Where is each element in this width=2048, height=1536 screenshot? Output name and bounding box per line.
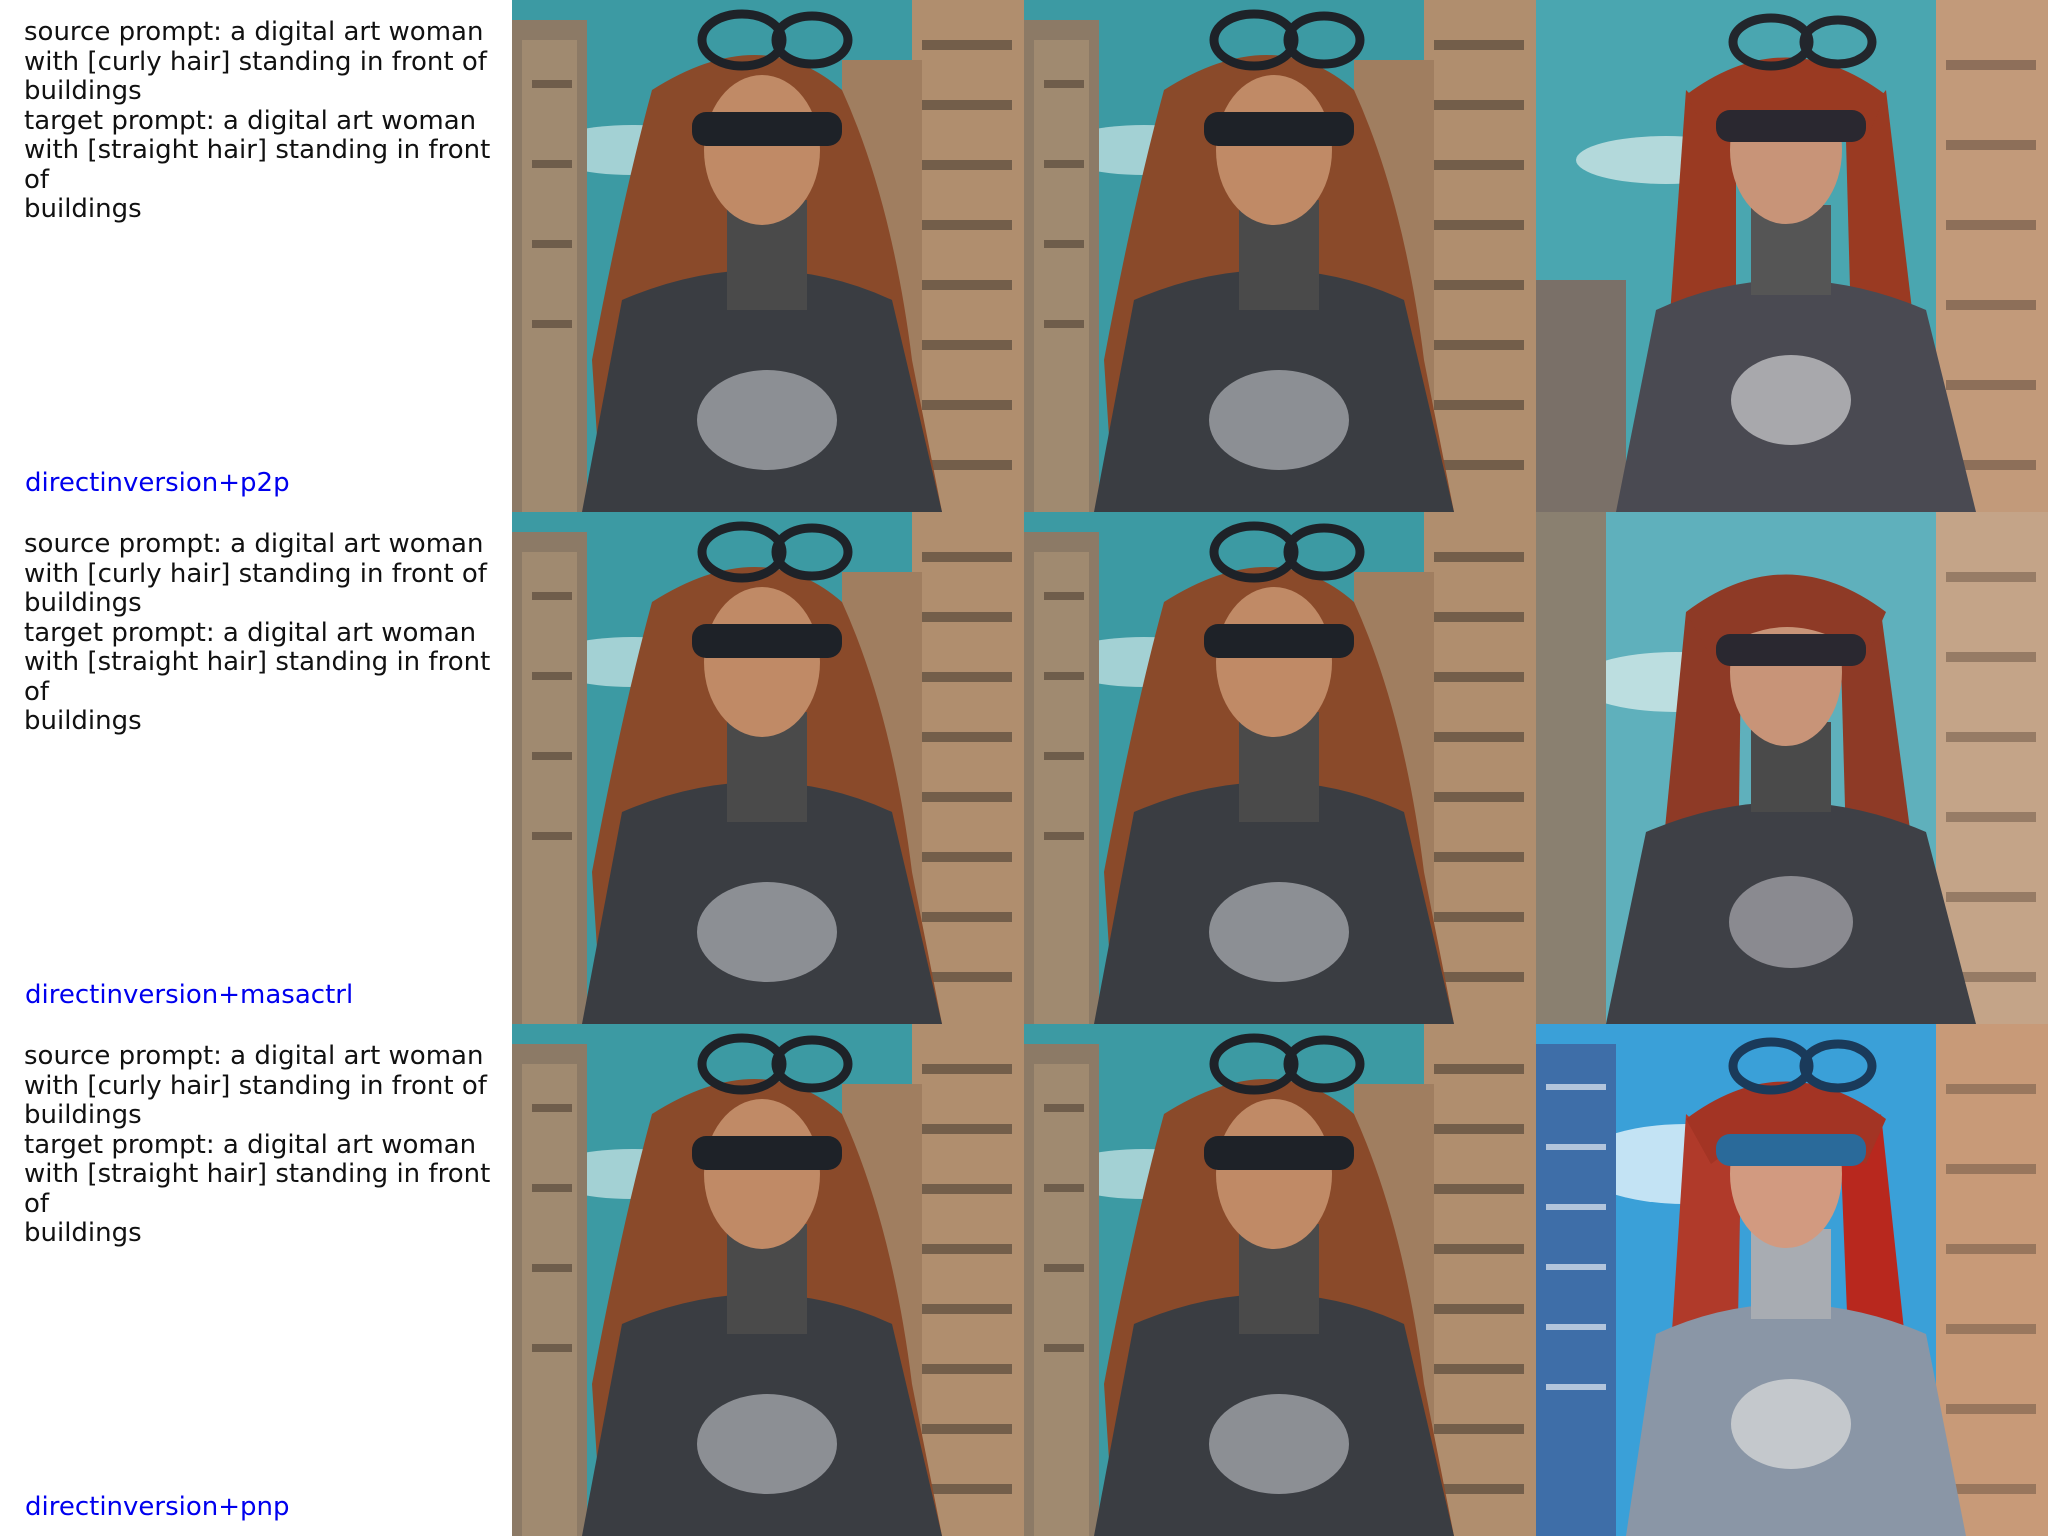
method-label: directinversion+p2p [25,468,290,498]
method-label: directinversion+pnp [25,1492,290,1522]
edited-image [1536,0,2048,512]
target-prompt: target prompt: a digital art woman with … [24,1129,491,1248]
edited-image [1536,1024,2048,1536]
source-image [512,512,1024,1024]
reconstruction-image [1024,512,1536,1024]
prompt-block: source prompt: a digital art woman with … [24,529,514,737]
result-row-p2p: source prompt: a digital art woman with … [0,0,2048,512]
source-prompt: source prompt: a digital art woman with … [24,1041,487,1130]
reconstruction-image [1024,0,1536,512]
prompt-block: source prompt: a digital art woman with … [24,17,514,225]
row-label-cell: source prompt: a digital art woman with … [0,1024,512,1536]
prompt-block: source prompt: a digital art woman with … [24,1041,514,1249]
comparison-grid: source prompt: a digital art woman with … [0,0,2048,1536]
source-prompt: source prompt: a digital art woman with … [24,529,487,618]
source-image [512,1024,1024,1536]
method-label: directinversion+masactrl [25,980,354,1010]
result-row-pnp: source prompt: a digital art woman with … [0,1024,2048,1536]
source-image [512,0,1024,512]
edited-image [1536,512,2048,1024]
row-label-cell: source prompt: a digital art woman with … [0,0,512,512]
reconstruction-image [1024,1024,1536,1536]
target-prompt: target prompt: a digital art woman with … [24,105,491,224]
row-label-cell: source prompt: a digital art woman with … [0,512,512,1024]
result-row-masactrl: source prompt: a digital art woman with … [0,512,2048,1024]
source-prompt: source prompt: a digital art woman with … [24,17,487,106]
target-prompt: target prompt: a digital art woman with … [24,617,491,736]
